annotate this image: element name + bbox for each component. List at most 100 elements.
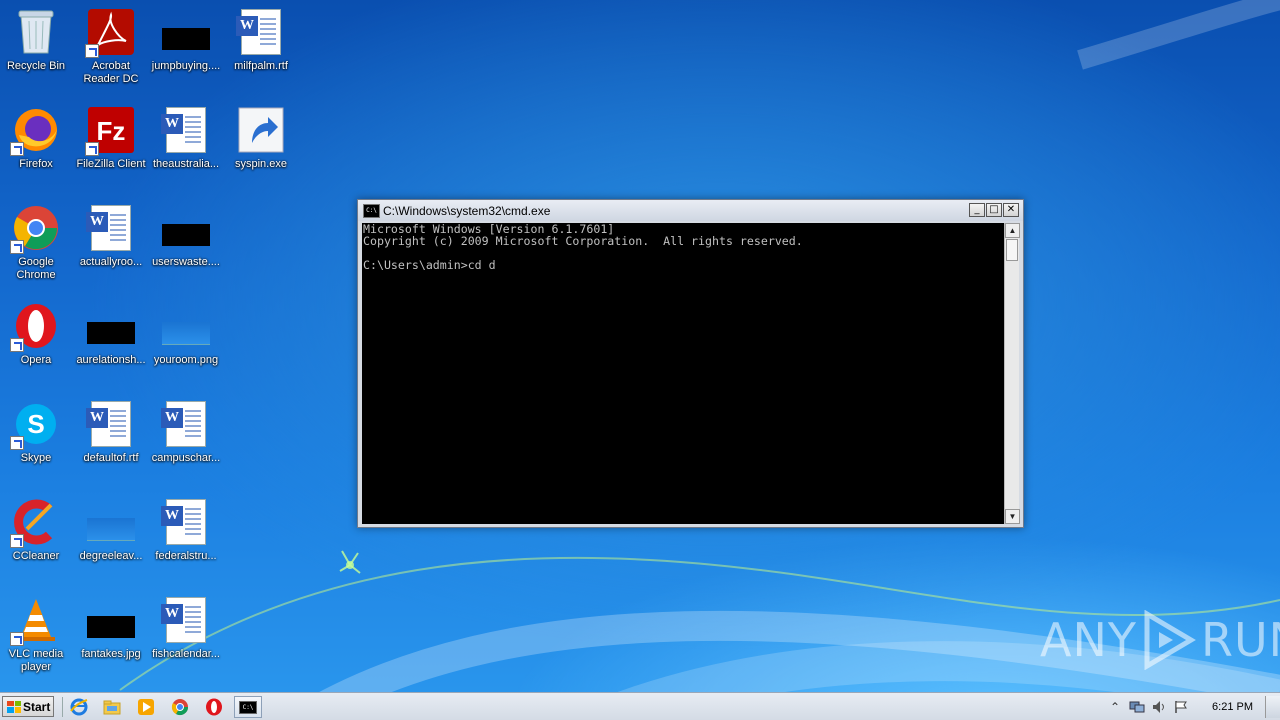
desktop-icon-ccleaner[interactable]: CCleaner (0, 498, 74, 563)
desktop-icon-label: fishcalendar... (152, 648, 220, 660)
recycle-bin-icon (12, 8, 60, 56)
desktop-icon-label: Opera (20, 354, 52, 366)
image-thumbnail-icon (162, 302, 210, 350)
cmd-title-bar[interactable]: C:\ C:\Windows\system32\cmd.exe _ □ ✕ (358, 200, 1023, 221)
show-hidden-icons-arrow-icon[interactable]: ⌃ (1104, 697, 1126, 717)
maximize-button[interactable]: □ (986, 203, 1002, 217)
desktop-icon-opera[interactable]: Opera (0, 302, 74, 367)
scroll-up-arrow-icon[interactable]: ▲ (1005, 223, 1020, 238)
explorer-icon[interactable] (102, 697, 122, 717)
chrome-icon (10, 204, 60, 254)
desktop-icon-syspin[interactable]: syspin.exe (223, 106, 299, 171)
anyrun-watermark: ANY RUN (1040, 608, 1280, 672)
desktop-icon-vlc[interactable]: VLC media player (0, 596, 74, 674)
desktop-icon-userswaste[interactable]: userswaste.... (148, 204, 224, 269)
skype-icon: S (10, 400, 60, 450)
desktop-icon-firefox[interactable]: Firefox (0, 106, 74, 171)
desktop-icon-acrobat[interactable]: Acrobat Reader DC (73, 8, 149, 86)
desktop-icon-chrome[interactable]: Google Chrome (0, 204, 74, 282)
desktop-icon-youroom[interactable]: youroom.png (148, 302, 224, 367)
desktop-icon-jumpbuying[interactable]: jumpbuying.... (148, 8, 224, 73)
word-document-icon: W (161, 106, 210, 154)
cmd-taskbar-button[interactable]: C:\ (234, 696, 262, 718)
firefox-icon (10, 106, 60, 156)
desktop-icon-label: Skype (20, 452, 52, 464)
image-thumbnail-icon (87, 596, 135, 644)
ccleaner-icon (10, 498, 60, 548)
desktop-icon-degreeleav[interactable]: degreeleav... (73, 498, 149, 563)
taskbar-separator (62, 697, 63, 717)
shortcut-arrow-icon (10, 632, 24, 646)
desktop-icon-federalstru[interactable]: W federalstru... (148, 498, 224, 563)
watermark-text-left: ANY (1040, 613, 1137, 667)
scrollbar-thumb[interactable] (1006, 239, 1018, 261)
scroll-down-arrow-icon[interactable]: ▼ (1005, 509, 1020, 524)
desktop-icon-label: theaustralia... (152, 158, 220, 170)
word-document-icon: W (236, 8, 285, 56)
desktop-icon-fishcalendar[interactable]: W fishcalendar... (148, 596, 224, 661)
word-document-icon: W (86, 204, 135, 252)
desktop-icon-campuschar[interactable]: W campuschar... (148, 400, 224, 465)
desktop-icon-label: Firefox (19, 158, 53, 170)
svg-text:S: S (27, 409, 44, 439)
system-tray: ⌃ 6:21 PM (1104, 693, 1280, 720)
start-button[interactable]: Start (2, 696, 54, 717)
desktop-icon-aurelationsh[interactable]: aurelationsh... (73, 302, 149, 367)
minimize-button[interactable]: _ (969, 203, 985, 217)
desktop-icon-label: aurelationsh... (76, 354, 146, 366)
word-document-icon: W (86, 400, 135, 448)
shortcut-arrow-icon (10, 142, 24, 156)
desktop-icon-label: Google Chrome (16, 256, 56, 281)
shortcut-arrow-icon (85, 44, 99, 58)
acrobat-reader-icon (85, 8, 135, 58)
svg-text:Fz: Fz (97, 116, 126, 146)
ie-icon[interactable] (69, 697, 89, 717)
shortcut-arrow-icon (10, 338, 24, 352)
image-thumbnail-icon (87, 302, 135, 350)
desktop-icon-fantakes[interactable]: fantakes.jpg (73, 596, 149, 661)
console-text: Microsoft Windows [Version 6.1.7601] Cop… (363, 222, 803, 272)
cmd-icon: C:\ (363, 203, 380, 218)
shortcut-arrow-icon (10, 240, 24, 254)
desktop-icon-label: milfpalm.rtf (234, 60, 288, 72)
word-document-icon: W (161, 498, 210, 546)
desktop-icon-theaustralia[interactable]: W theaustralia... (148, 106, 224, 171)
desktop-icon-label: federalstru... (155, 550, 217, 562)
taskbar: Start C:\ ⌃ 6:21 PM (0, 692, 1280, 720)
desktop-icon-recycle-bin[interactable]: Recycle Bin (0, 8, 74, 73)
vertical-scrollbar[interactable]: ▲ ▼ (1004, 223, 1020, 524)
windows-logo-icon (7, 700, 21, 713)
media-player-icon[interactable] (136, 697, 156, 717)
console-output-area[interactable]: Microsoft Windows [Version 6.1.7601] Cop… (362, 223, 1004, 524)
desktop-icon-label: jumpbuying.... (151, 60, 221, 72)
cmd-icon: C:\ (239, 700, 257, 714)
desktop-icon-defaultof[interactable]: W defaultof.rtf (73, 400, 149, 465)
clock[interactable]: 6:21 PM (1212, 701, 1253, 713)
desktop-icon-label: youroom.png (153, 354, 219, 366)
shortcut-arrow-icon (10, 534, 24, 548)
window-controls: _ □ ✕ (969, 203, 1019, 217)
desktop-icon-actuallyroo[interactable]: W actuallyroo... (73, 204, 149, 269)
desktop-icon-skype[interactable]: S Skype (0, 400, 74, 465)
action-center-flag-icon[interactable] (1170, 697, 1192, 717)
shortcut-arrow-icon (10, 436, 24, 450)
desktop-icon-label: defaultof.rtf (83, 452, 139, 464)
desktop-icon-label: degreeleav... (79, 550, 143, 562)
desktop-icon-label: CCleaner (12, 550, 60, 562)
cmd-window[interactable]: C:\ C:\Windows\system32\cmd.exe _ □ ✕ Mi… (357, 199, 1024, 528)
desktop-icon-label: syspin.exe (235, 158, 287, 170)
opera-icon[interactable] (204, 697, 224, 717)
chrome-icon[interactable] (170, 697, 190, 717)
shortcut-exe-icon (237, 106, 285, 154)
desktop-icon-label: Recycle Bin (6, 60, 66, 72)
word-document-icon: W (161, 596, 210, 644)
close-button[interactable]: ✕ (1003, 203, 1019, 217)
show-desktop-button[interactable] (1265, 695, 1280, 718)
desktop-icon-milfpalm[interactable]: W milfpalm.rtf (223, 8, 299, 73)
desktop-icon-filezilla[interactable]: Fz FileZilla Client (73, 106, 149, 171)
desktop-icon-label: Acrobat Reader DC (83, 60, 139, 85)
volume-icon[interactable] (1148, 697, 1170, 717)
image-thumbnail-icon (162, 204, 210, 252)
desktop-icon-label: VLC media player (8, 648, 64, 673)
network-icon[interactable] (1126, 697, 1148, 717)
